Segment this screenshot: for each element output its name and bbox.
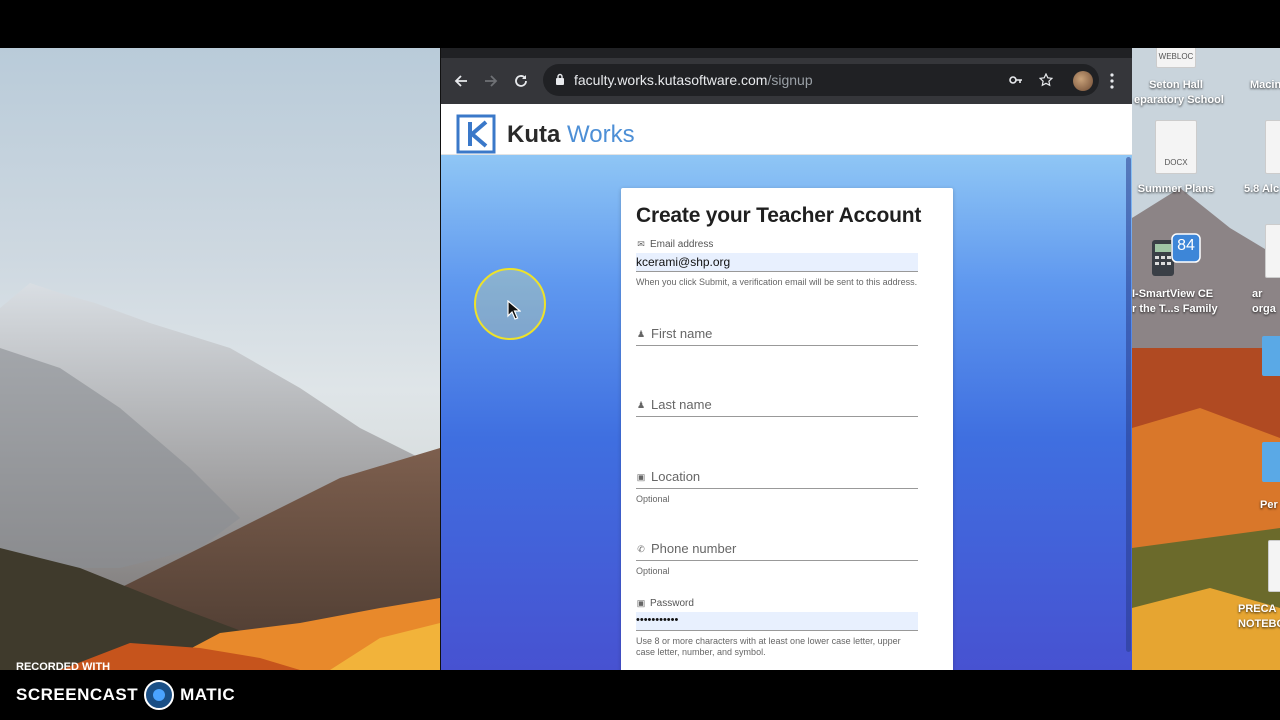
building-icon: ▣ — [636, 471, 646, 482]
location-field-group: ▣ Location Optional — [636, 465, 918, 505]
star-icon[interactable] — [1039, 73, 1053, 87]
location-input[interactable]: ▣ Location — [636, 465, 918, 489]
phone-hint: Optional — [636, 566, 670, 576]
screencast-logo-icon — [144, 680, 175, 710]
envelope-icon: ✉ — [637, 239, 645, 249]
desktop-icon-label[interactable]: Seton Hall eparatory School — [1134, 78, 1224, 108]
profile-avatar[interactable] — [1073, 71, 1093, 91]
mouse-pointer-icon — [507, 300, 521, 320]
back-button[interactable] — [447, 67, 475, 95]
more-vert-icon — [1110, 73, 1114, 89]
desktop-icon-label[interactable]: Macin — [1250, 78, 1280, 93]
key-icon[interactable] — [1009, 75, 1023, 85]
email-label: ✉ Email address — [637, 238, 714, 250]
email-hint: When you click Submit, a verification em… — [636, 277, 918, 287]
site-header: Kuta Works — [441, 104, 1132, 155]
last-name-placeholder: Last name — [651, 397, 712, 412]
phone-input[interactable]: ✆ Phone number — [636, 537, 918, 561]
document-file-icon[interactable] — [1265, 224, 1280, 278]
menu-button[interactable] — [1105, 71, 1119, 91]
document-file-icon[interactable] — [1265, 120, 1280, 174]
person-icon: ♟ — [636, 399, 646, 410]
docx-file-icon[interactable]: DOCX — [1155, 120, 1197, 174]
kuta-logo-icon[interactable] — [456, 114, 496, 154]
phone-placeholder: Phone number — [651, 541, 737, 556]
folder-icon[interactable] — [1262, 336, 1280, 376]
screencast-watermark: SCREENCAST MATIC — [16, 680, 235, 710]
phone-field-group: ✆ Phone number Optional — [636, 537, 918, 577]
desktop-icon-label[interactable]: I-SmartView CE r the T...s Family — [1132, 287, 1232, 317]
document-file-icon[interactable] — [1268, 540, 1280, 592]
browser-toolbar: faculty.works.kutasoftware.com/signup — [441, 58, 1132, 104]
site-logo-text[interactable]: Kuta Works — [507, 121, 635, 149]
address-bar[interactable]: faculty.works.kutasoftware.com/signup — [543, 64, 1099, 96]
last-name-field-group: ♟ Last name — [636, 393, 918, 417]
first-name-input[interactable]: ♟ First name — [636, 322, 918, 346]
desktop-icon-label[interactable]: ar orga — [1252, 287, 1280, 317]
signup-card: Create your Teacher Account ✉ Email addr… — [621, 188, 953, 670]
email-field-group: ✉ Email address kcerami@shp.org When you… — [636, 238, 918, 288]
password-field-group: ▣ Password ••••••••••• Use 8 or more cha… — [636, 597, 918, 658]
url-text: faculty.works.kutasoftware.com/signup — [574, 72, 813, 88]
reload-icon — [515, 75, 527, 87]
phone-icon: ✆ — [637, 543, 645, 554]
person-icon: ♟ — [636, 328, 646, 339]
logo-brand: Kuta — [507, 121, 561, 148]
screen: WEBLOC Seton Hall eparatory School Macin… — [0, 0, 1280, 720]
tab-strip — [441, 48, 1132, 58]
logo-accent: Works — [567, 121, 635, 148]
page-title: Create your Teacher Account — [636, 204, 922, 227]
url-path: /signup — [767, 72, 813, 88]
desktop-icon-label[interactable]: PRECA NOTEBO — [1238, 602, 1280, 632]
letterbox-top — [0, 0, 1280, 48]
calculator-app-icon[interactable]: 84 — [1150, 232, 1202, 280]
first-name-field-group: ♟ First name — [636, 322, 918, 346]
forward-button[interactable] — [477, 67, 505, 95]
last-name-input[interactable]: ♟ Last name — [636, 393, 918, 417]
arrow-left-icon — [454, 75, 467, 87]
reload-button[interactable] — [507, 67, 535, 95]
arrow-right-icon — [485, 75, 498, 87]
first-name-placeholder: First name — [651, 326, 713, 341]
desktop-icon-label[interactable]: Per — [1260, 498, 1280, 513]
browser-window: faculty.works.kutasoftware.com/signup Ku… — [440, 48, 1132, 670]
location-hint: Optional — [636, 494, 670, 504]
scrollbar[interactable] — [1126, 157, 1131, 652]
desktop-icon-label[interactable]: Summer Plans — [1134, 182, 1218, 197]
desktop-icon-label[interactable]: 5.8 Alc — [1244, 182, 1280, 197]
location-placeholder: Location — [651, 469, 701, 484]
email-input[interactable]: kcerami@shp.org — [636, 253, 918, 272]
password-hint: Use 8 or more characters with at least o… — [636, 636, 901, 657]
recorded-with-text: RECORDED WITH — [16, 661, 111, 673]
password-label: ▣ Password — [636, 597, 694, 609]
page-content: Create your Teacher Account ✉ Email addr… — [441, 155, 1132, 670]
badge-number: 84 — [1177, 237, 1195, 254]
folder-icon[interactable] — [1262, 442, 1280, 482]
url-domain: faculty.works.kutasoftware.com — [574, 72, 768, 88]
webloc-file-icon[interactable]: WEBLOC — [1156, 48, 1196, 68]
lock-icon — [556, 73, 564, 85]
lock-icon: ▣ — [636, 598, 646, 608]
password-input[interactable]: ••••••••••• — [636, 612, 918, 631]
